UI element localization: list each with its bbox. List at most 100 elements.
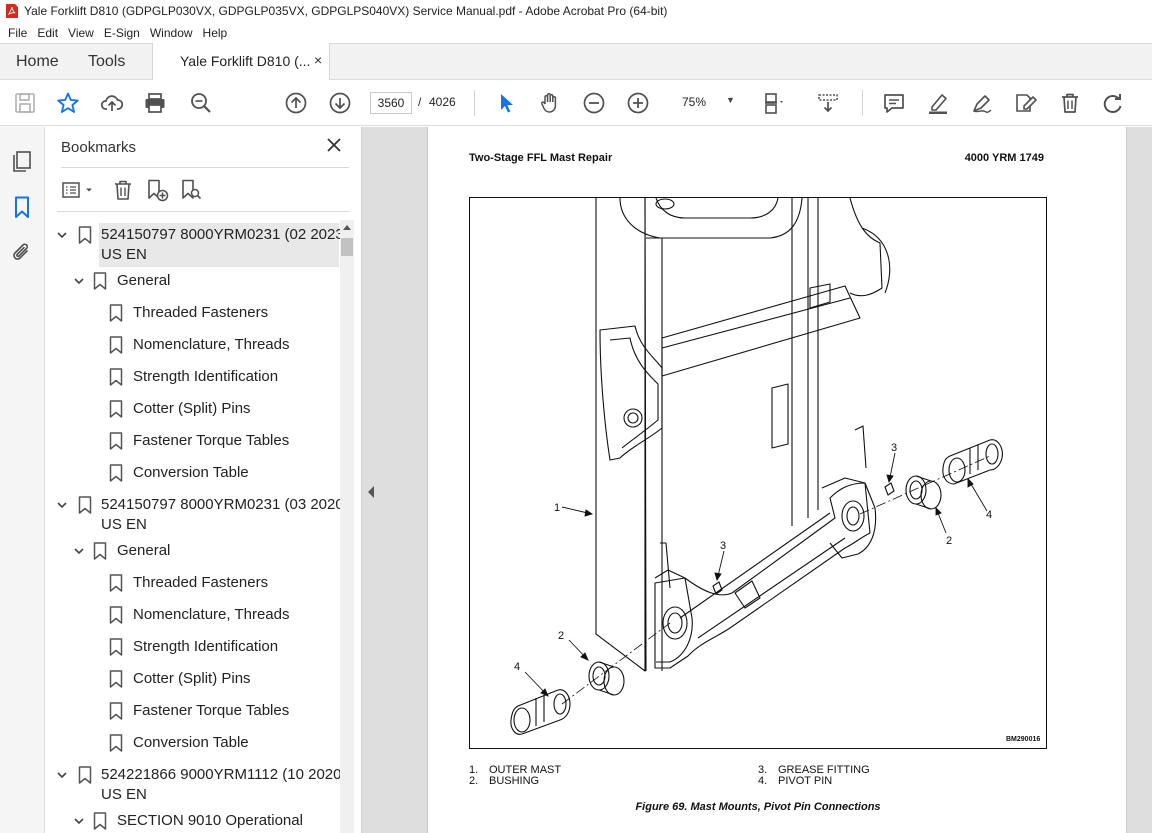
menu-esign[interactable]: E-Sign <box>100 26 146 40</box>
bookmark-item[interactable]: Threaded Fasteners <box>45 573 340 595</box>
bookmark-item[interactable]: Nomenclature, Threads <box>45 335 340 357</box>
bookmark-icon <box>109 734 123 752</box>
bookmark-icon <box>109 606 123 624</box>
close-icon[interactable] <box>325 136 343 154</box>
acrobat-window: Yale Forklift D810 (GDPGLP030VX, GDPGLP0… <box>0 0 1152 833</box>
menu-view[interactable]: View <box>64 26 100 40</box>
bookmark-item[interactable]: SECTION 9010 Operational <box>45 811 340 833</box>
collapse-panel-icon[interactable] <box>366 485 376 499</box>
bookmark-label: Conversion Table <box>133 734 249 751</box>
draw-pen-icon[interactable] <box>970 91 994 115</box>
tab-close-icon[interactable]: × <box>314 52 322 68</box>
chevron-down-icon[interactable] <box>73 815 85 827</box>
tab-home[interactable]: Home <box>16 53 59 71</box>
callout-label: 3 <box>720 540 726 552</box>
comment-icon[interactable] <box>882 91 906 115</box>
zoom-out-icon[interactable] <box>582 91 606 115</box>
star-icon[interactable] <box>56 91 80 115</box>
save-icon[interactable] <box>13 91 37 115</box>
find-bookmark-icon[interactable] <box>179 178 203 202</box>
tab-tools[interactable]: Tools <box>88 53 125 71</box>
chevron-down-icon[interactable] <box>73 275 85 287</box>
bookmark-label: 524221866 9000YRM1112 (10 2020) <box>101 766 340 783</box>
page-fit-icon[interactable] <box>762 91 786 115</box>
callout-label: 4 <box>514 661 520 673</box>
chevron-down-icon[interactable] <box>73 545 85 557</box>
toolbar-divider <box>862 90 863 116</box>
previous-page-icon[interactable] <box>284 91 308 115</box>
bookmark-item[interactable]: Cotter (Split) Pins <box>45 669 340 691</box>
scroll-up-arrow-icon[interactable] <box>340 220 354 236</box>
zoom-level-select[interactable]: 75% ▼ <box>670 92 742 114</box>
bookmark-item[interactable]: Nomenclature, Threads <box>45 605 340 627</box>
zoom-in-icon[interactable] <box>626 91 650 115</box>
chevron-down-icon[interactable] <box>56 499 68 511</box>
figure-code: BM290016 <box>1006 736 1041 743</box>
bookmark-label-block: 524150797 8000YRM0231 (02 2023) US EN <box>99 223 340 267</box>
bookmark-label-line2: US EN <box>101 516 147 533</box>
bookmarks-scrollbar[interactable] <box>340 220 354 833</box>
bookmark-item[interactable]: General <box>45 271 340 293</box>
menu-file[interactable]: File <box>4 26 33 40</box>
bookmark-item[interactable]: Conversion Table <box>45 463 340 485</box>
new-bookmark-icon[interactable] <box>145 178 169 202</box>
bookmark-item[interactable]: Strength Identification <box>45 367 340 389</box>
upload-cloud-icon[interactable] <box>100 91 124 115</box>
callout-label: 1 <box>554 502 560 514</box>
bookmark-label: Strength Identification <box>133 368 279 385</box>
chevron-down-icon[interactable] <box>56 769 68 781</box>
bookmark-icon <box>109 638 123 656</box>
bookmark-icon <box>93 542 107 560</box>
bookmark-label: SECTION 9010 Operational <box>117 812 303 829</box>
scrollbar-thumb[interactable] <box>341 238 353 256</box>
title-bar: Yale Forklift D810 (GDPGLP030VX, GDPGLP0… <box>0 0 1152 22</box>
bookmark-item[interactable]: 524150797 8000YRM0231 (02 2023) US EN <box>45 223 340 267</box>
options-menu-icon[interactable] <box>61 178 95 202</box>
bookmark-item[interactable]: Conversion Table <box>45 733 340 755</box>
page-thumbnails-icon[interactable] <box>10 149 34 173</box>
page-number-input[interactable]: 3560 <box>370 92 412 114</box>
callout-label: 4 <box>986 509 992 521</box>
bookmarks-title: Bookmarks <box>61 139 137 156</box>
bookmark-label: Fastener Torque Tables <box>133 432 290 449</box>
bookmark-icon <box>93 812 107 830</box>
tab-document[interactable]: Yale Forklift D810 (... × <box>152 43 330 81</box>
main-toolbar: 3560 / 4026 75% ▼ <box>0 80 1152 126</box>
bookmark-panel-icon[interactable] <box>10 195 34 219</box>
bookmark-item[interactable]: 524221866 9000YRM1112 (10 2020) US EN <box>45 765 340 803</box>
legend-item: 2. BUSHING <box>469 775 540 787</box>
bookmark-item[interactable]: Cotter (Split) Pins <box>45 399 340 421</box>
highlight-pen-icon[interactable] <box>926 91 950 115</box>
bookmark-icon <box>109 368 123 386</box>
bookmark-item[interactable]: General <box>45 541 340 563</box>
total-pages: 4026 <box>429 95 456 109</box>
trash-icon[interactable] <box>1058 91 1082 115</box>
delete-bookmark-icon[interactable] <box>111 178 135 202</box>
zoom-search-icon[interactable] <box>189 91 213 115</box>
bookmark-label: Strength Identification <box>133 638 279 655</box>
bookmark-item[interactable]: Fastener Torque Tables <box>45 701 340 723</box>
menu-window[interactable]: Window <box>146 26 199 40</box>
chevron-down-icon[interactable] <box>56 229 68 241</box>
bookmark-icon <box>78 496 92 514</box>
fill-sign-icon[interactable] <box>1014 91 1038 115</box>
bookmark-item[interactable]: Strength Identification <box>45 637 340 659</box>
hand-tool-icon[interactable] <box>538 91 562 115</box>
technical-figure: 1 2 2 3 3 4 4 BM290016 <box>469 197 1047 749</box>
navigation-rail <box>0 127 45 833</box>
bookmark-label-block: 524150797 8000YRM0231 (03 2020) US EN <box>99 493 340 537</box>
redo-icon[interactable] <box>1101 91 1125 115</box>
bookmark-item[interactable]: Fastener Torque Tables <box>45 431 340 453</box>
print-icon[interactable] <box>143 91 167 115</box>
bookmark-label: Nomenclature, Threads <box>133 336 290 353</box>
panel-divider <box>61 167 349 168</box>
scroll-mode-icon[interactable] <box>816 91 840 115</box>
select-cursor-icon[interactable] <box>494 91 518 115</box>
bookmark-item[interactable]: Threaded Fasteners <box>45 303 340 325</box>
bookmark-item[interactable]: 524150797 8000YRM0231 (03 2020) US EN <box>45 495 340 533</box>
menu-edit[interactable]: Edit <box>33 26 64 40</box>
next-page-icon[interactable] <box>328 91 352 115</box>
bookmark-label: Cotter (Split) Pins <box>133 400 251 417</box>
attachment-icon[interactable] <box>10 240 34 264</box>
menu-help[interactable]: Help <box>199 26 234 40</box>
